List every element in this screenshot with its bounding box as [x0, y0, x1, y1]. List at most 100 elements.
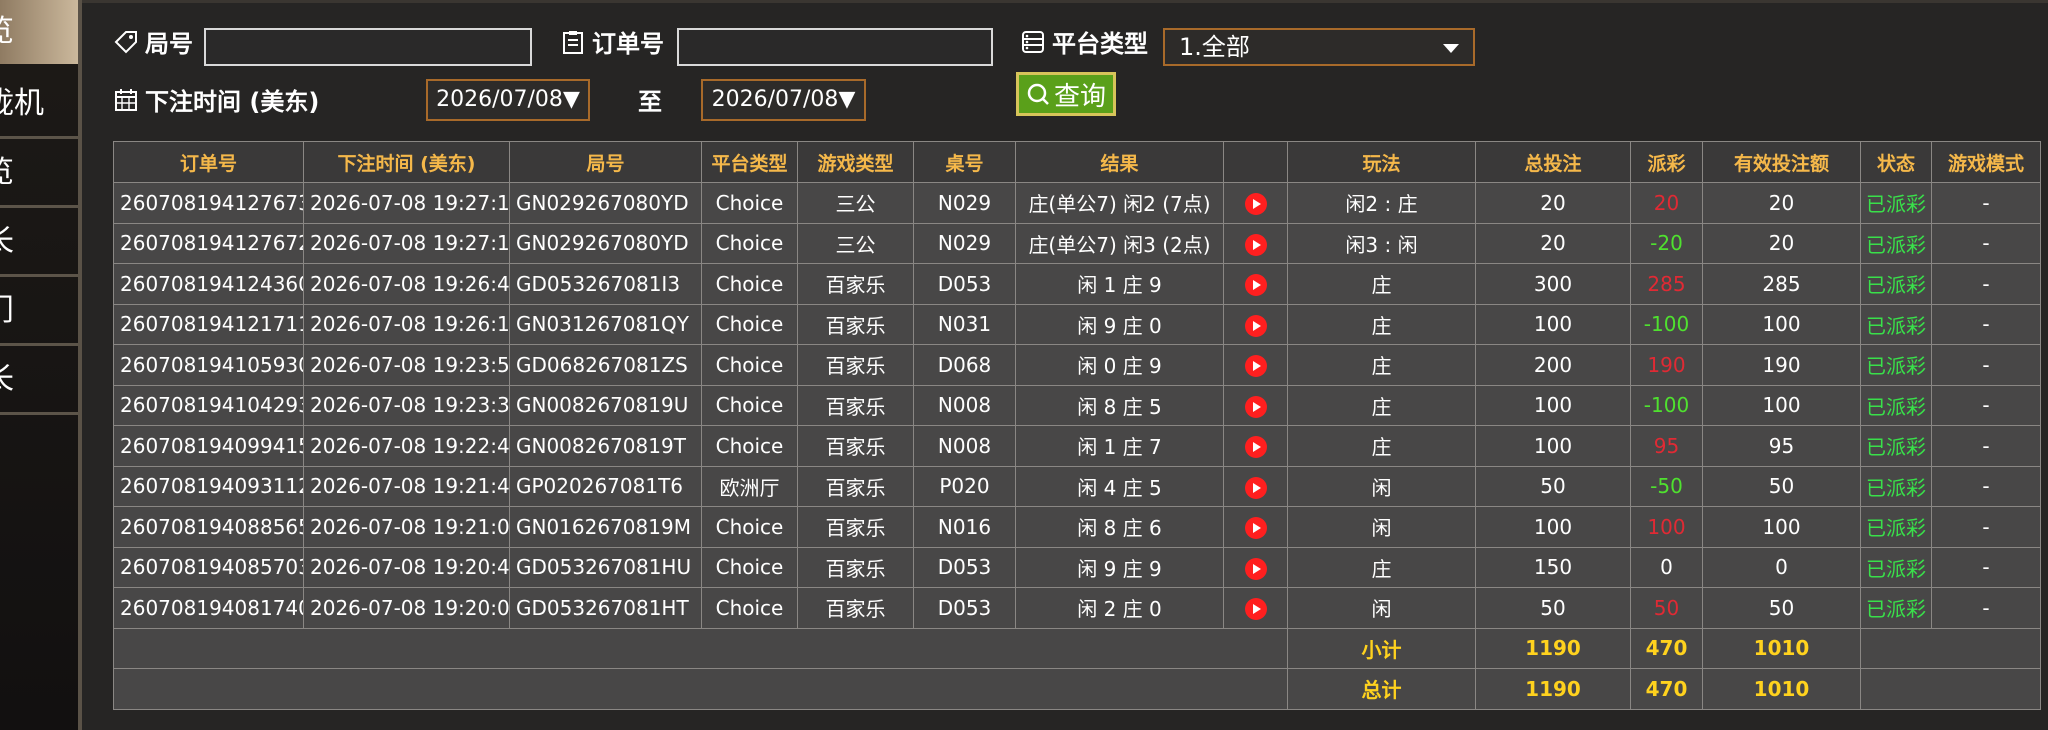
game-mode-cell: -	[1931, 587, 2041, 629]
table-row[interactable]: 260708194085703 2026-07-08 19:20:41 GD0532…	[113, 546, 2041, 588]
table-number-cell: N029	[913, 222, 1016, 264]
game-mode-cell: -	[1931, 303, 2041, 345]
play-video-icon[interactable]	[1244, 598, 1267, 620]
sidebar-item-1[interactable]: 拢机	[0, 72, 78, 139]
platform-filter-label: 平台类型	[1020, 24, 1148, 59]
table-number-cell: N029	[913, 182, 1016, 224]
col-bet-option[interactable]: 玩法	[1287, 141, 1476, 183]
col-table-number[interactable]: 桌号	[913, 141, 1016, 183]
sidebar-item-2[interactable]: 览	[0, 141, 78, 208]
play-video-icon[interactable]	[1244, 233, 1267, 256]
bet-option-cell: 闲	[1287, 587, 1476, 629]
subtotal-row-end	[1860, 627, 2041, 669]
play-video-icon[interactable]	[1244, 355, 1267, 377]
date-from-select[interactable]: 2026/07/08▼	[426, 79, 590, 121]
bet-time-cell: 2026-07-08 19:20:01	[303, 587, 510, 629]
total-row-end	[1860, 668, 2041, 710]
table-number-cell: D053	[913, 546, 1016, 588]
subtotal-row-payout: 470	[1630, 627, 1703, 669]
play-video-icon[interactable]	[1244, 476, 1267, 499]
round-input[interactable]	[204, 28, 532, 66]
play-video-icon[interactable]	[1244, 314, 1267, 337]
col-order-number[interactable]: 订单号	[113, 141, 304, 183]
play-video-icon[interactable]	[1244, 436, 1267, 458]
game-mode-cell: -	[1931, 384, 2041, 426]
col-bet-time[interactable]: 下注时间 (美东)	[303, 141, 510, 183]
col-payout[interactable]: 派彩	[1630, 141, 1703, 183]
table-row[interactable]: 260708194099415 2026-07-08 19:22:49 GN0082…	[113, 425, 2041, 467]
order-number-cell: 260708194085703	[113, 546, 304, 588]
play-video-icon[interactable]	[1244, 274, 1267, 296]
col-replay	[1223, 141, 1288, 183]
bet-option-cell: 庄	[1287, 344, 1476, 386]
date-to-label: 至	[638, 88, 662, 116]
col-game-mode[interactable]: 游戏模式	[1931, 141, 2041, 183]
round-number-cell: GN029267080YD	[509, 222, 702, 264]
col-round[interactable]: 局号	[509, 141, 702, 183]
status-cell: 已派彩	[1860, 506, 1932, 548]
table-row[interactable]: 260708194127673 2026-07-08 19:27:13 GN0292…	[113, 182, 2041, 224]
round-filter-label: 局号	[113, 24, 193, 59]
status-cell: 已派彩	[1860, 303, 1932, 345]
replay-cell	[1223, 587, 1288, 629]
game-mode-cell: -	[1931, 182, 2041, 224]
result-cell: 闲 1 庄 9	[1015, 263, 1224, 305]
sidebar-item-0[interactable]: 览	[0, 0, 78, 64]
sidebar-item-5[interactable]: 长	[0, 348, 78, 415]
status-cell: 已派彩	[1860, 425, 1932, 467]
play-video-icon[interactable]	[1244, 517, 1267, 539]
game-type-cell: 百家乐	[797, 546, 914, 588]
col-result[interactable]: 结果	[1015, 141, 1224, 183]
round-number-cell: GN0162670819M	[509, 506, 702, 548]
col-game-type[interactable]: 游戏类型	[797, 141, 914, 183]
replay-cell	[1223, 465, 1288, 507]
sidebar-item-4[interactable]: 门	[0, 279, 78, 346]
round-number-cell: GD053267081HU	[509, 546, 702, 588]
search-icon	[1027, 83, 1049, 105]
table-row[interactable]: 260708194127672 2026-07-08 19:27:13 GN0292…	[113, 222, 2041, 264]
replay-cell	[1223, 344, 1288, 386]
total-bet-cell: 100	[1475, 384, 1631, 426]
date-to-select[interactable]: 2026/07/08▼	[701, 79, 866, 121]
game-type-cell: 百家乐	[797, 303, 914, 345]
status-cell: 已派彩	[1860, 263, 1932, 305]
result-cell: 闲 8 庄 5	[1015, 384, 1224, 426]
round-number-cell: GN031267081QY	[509, 303, 702, 345]
col-valid-bet[interactable]: 有效投注额	[1702, 141, 1861, 183]
platform-cell: 欧洲厅	[701, 465, 798, 507]
table-row[interactable]: 260708194088565 2026-07-08 19:21:05 GN0162…	[113, 506, 2041, 548]
table-row[interactable]: 260708194124360 2026-07-08 19:26:42 GD0532…	[113, 263, 2041, 305]
table-number-cell: D053	[913, 587, 1016, 629]
play-video-icon[interactable]	[1244, 193, 1267, 215]
order-number-input[interactable]	[677, 28, 993, 66]
replay-cell	[1223, 222, 1288, 264]
table-row[interactable]: 260708194105930 2026-07-08 19:23:52 GD0682…	[113, 344, 2041, 386]
play-video-icon[interactable]	[1244, 395, 1267, 418]
result-cell: 闲 1 庄 7	[1015, 425, 1224, 467]
result-cell: 闲 4 庄 5	[1015, 465, 1224, 507]
subtotal-row-label: 小计	[1287, 627, 1476, 669]
result-cell: 闲 9 庄 9	[1015, 546, 1224, 588]
server-icon	[1022, 30, 1044, 53]
play-video-icon[interactable]	[1244, 557, 1267, 580]
subtotal-row-total-bet: 1190	[1475, 627, 1631, 669]
col-total-bet[interactable]: 总投注	[1475, 141, 1631, 183]
game-type-cell: 百家乐	[797, 465, 914, 507]
table-row[interactable]: 260708194093112 2026-07-08 19:21:49 GP0202…	[113, 465, 2041, 507]
bet-time-cell: 2026-07-08 19:27:13	[303, 222, 510, 264]
result-cell: 闲 8 庄 6	[1015, 506, 1224, 548]
table-row[interactable]: 260708194121711 2026-07-08 19:26:18 GN0312…	[113, 303, 2041, 345]
col-status[interactable]: 状态	[1860, 141, 1932, 183]
bet-option-cell: 闲2 : 庄	[1287, 182, 1476, 224]
table-row[interactable]: 260708194081740 2026-07-08 19:20:01 GD0532…	[113, 587, 2041, 629]
query-button[interactable]: 查询	[1016, 72, 1116, 116]
col-platform[interactable]: 平台类型	[701, 141, 798, 183]
status-cell: 已派彩	[1860, 344, 1932, 386]
result-cell: 闲 0 庄 9	[1015, 344, 1224, 386]
game-mode-cell: -	[1931, 263, 2041, 305]
payout-cell: 0	[1630, 546, 1703, 588]
sidebar-item-3[interactable]: 长	[0, 210, 78, 277]
total-row-total-bet: 1190	[1475, 668, 1631, 710]
platform-select[interactable]: 1.全部	[1163, 28, 1475, 66]
table-row[interactable]: 260708194104293 2026-07-08 19:23:34 GN0082…	[113, 384, 2041, 426]
